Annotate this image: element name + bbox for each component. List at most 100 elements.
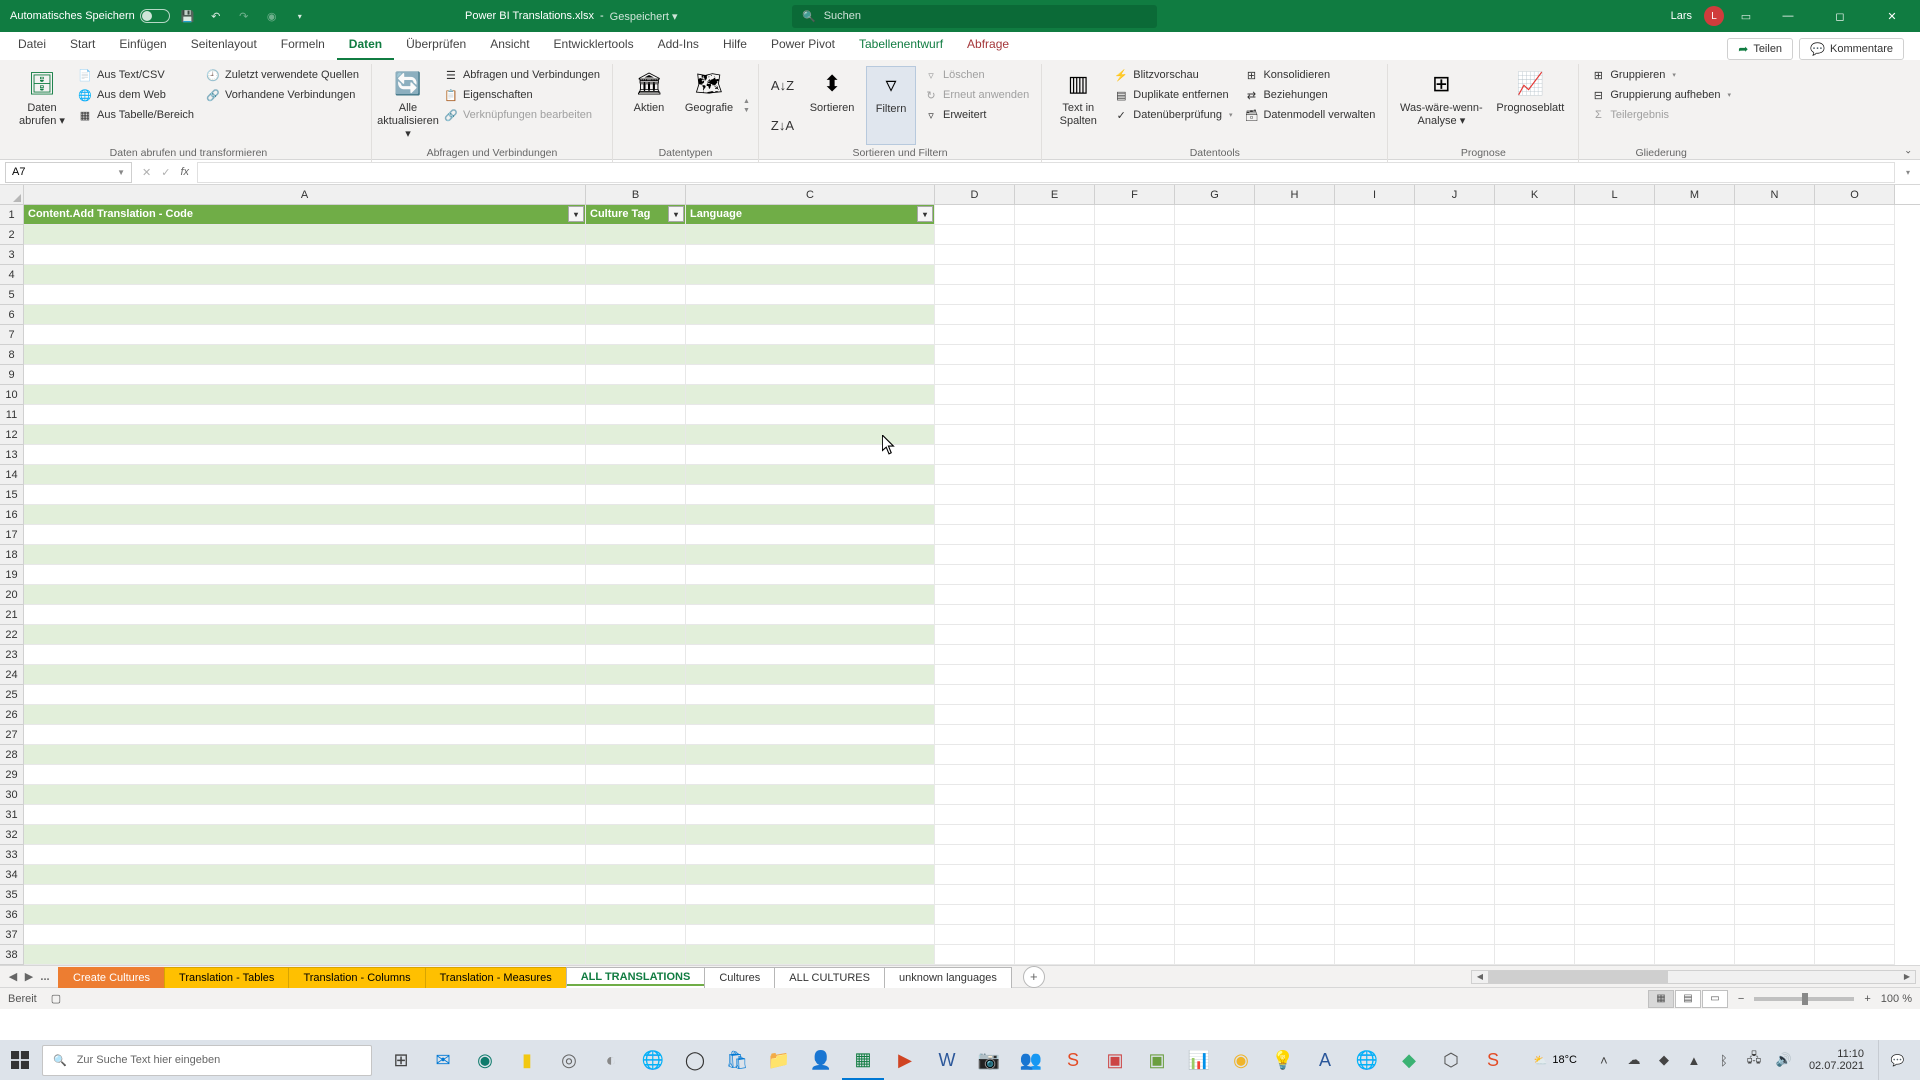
cell[interactable] [1815,225,1895,245]
taskbar-search[interactable]: 🔍 Zur Suche Text hier eingeben [42,1045,372,1076]
cell[interactable] [1815,645,1895,665]
cell[interactable] [686,845,935,865]
cell[interactable] [686,505,935,525]
cell[interactable] [686,765,935,785]
cell[interactable] [1655,805,1735,825]
cell[interactable] [1655,445,1735,465]
column-header[interactable]: J [1415,185,1495,204]
row-header[interactable]: 13 [0,445,24,465]
cell[interactable] [1575,785,1655,805]
cell[interactable] [1095,365,1175,385]
cell[interactable] [1095,665,1175,685]
row-header[interactable]: 25 [0,685,24,705]
cell[interactable] [24,925,586,945]
cell[interactable] [1495,625,1575,645]
sheet-tab[interactable]: ALL CULTURES [774,967,885,988]
cell[interactable] [1575,805,1655,825]
cell[interactable] [1175,405,1255,425]
cell[interactable] [1415,445,1495,465]
cell[interactable] [1255,445,1335,465]
cell[interactable] [686,705,935,725]
row-header[interactable]: 20 [0,585,24,605]
app-icon[interactable]: 📷 [968,1040,1010,1080]
cell[interactable] [1095,425,1175,445]
zoom-out-button[interactable]: − [1738,993,1744,1005]
column-header[interactable]: M [1655,185,1735,204]
cell[interactable] [24,765,586,785]
teams-icon[interactable]: 👥 [1010,1040,1052,1080]
cell[interactable] [1815,285,1895,305]
sheets-next-icon[interactable]: ▶ [22,970,36,983]
filter-dropdown-icon[interactable]: ▾ [668,206,684,222]
cell[interactable] [935,465,1015,485]
expand-formula-bar-icon[interactable]: ▾ [1899,168,1917,177]
cell[interactable] [1255,725,1335,745]
cell[interactable] [1335,765,1415,785]
cell[interactable] [686,825,935,845]
cell[interactable] [1415,785,1495,805]
column-header[interactable]: F [1095,185,1175,204]
cell[interactable] [1015,405,1095,425]
cell[interactable] [1655,505,1735,525]
cell[interactable] [1655,825,1735,845]
cell[interactable] [1575,485,1655,505]
cell[interactable] [1735,885,1815,905]
cell[interactable] [586,765,686,785]
tray-app-icon[interactable]: ◆ [1653,1052,1675,1068]
cell[interactable] [586,525,686,545]
cell[interactable] [1815,665,1895,685]
cell[interactable] [1175,565,1255,585]
cell[interactable] [24,565,586,585]
cell[interactable] [1415,865,1495,885]
cell[interactable] [1815,425,1895,445]
cell[interactable] [24,685,586,705]
cell[interactable] [1815,765,1895,785]
cell[interactable] [1175,905,1255,925]
cell[interactable] [1335,825,1415,845]
row-header[interactable]: 31 [0,805,24,825]
cell[interactable] [586,485,686,505]
cell[interactable] [1495,445,1575,465]
ribbon-tab-formeln[interactable]: Formeln [269,32,337,60]
cell[interactable] [935,385,1015,405]
cell[interactable] [1335,425,1415,445]
ribbon-tab-hilfe[interactable]: Hilfe [711,32,759,60]
app-icon[interactable]: 🌐 [1346,1040,1388,1080]
cell[interactable] [935,885,1015,905]
cell[interactable] [1175,785,1255,805]
row-header[interactable]: 5 [0,285,24,305]
cell[interactable] [1335,465,1415,485]
cell[interactable] [24,665,586,685]
sheet-tab[interactable]: Translation - Columns [288,967,425,988]
cell[interactable] [1495,325,1575,345]
sort-desc-button[interactable]: Z↓A [767,116,798,135]
sort-button[interactable]: ⬍Sortieren [802,66,862,145]
cell[interactable] [1255,365,1335,385]
cell[interactable] [686,365,935,385]
cell[interactable] [1175,325,1255,345]
cell[interactable] [1415,725,1495,745]
cell[interactable] [1735,785,1815,805]
cell[interactable] [686,905,935,925]
cell[interactable] [935,485,1015,505]
cell[interactable] [1015,705,1095,725]
cell[interactable] [1415,325,1495,345]
cell[interactable] [935,665,1015,685]
cell[interactable] [1495,405,1575,425]
properties-button[interactable]: 📋Eigenschaften [440,86,604,104]
scroll-right-icon[interactable]: ▶ [1899,970,1915,984]
cell[interactable] [1255,305,1335,325]
cell[interactable] [1255,745,1335,765]
sheet-tab[interactable]: Translation - Measures [425,967,567,988]
cell[interactable] [24,485,586,505]
cell[interactable] [1575,285,1655,305]
cell[interactable] [935,405,1015,425]
cell[interactable] [1255,605,1335,625]
cell[interactable] [1735,845,1815,865]
cell[interactable] [24,425,586,445]
row-header[interactable]: 27 [0,725,24,745]
cell[interactable] [24,865,586,885]
cell[interactable] [686,325,935,345]
row-header[interactable]: 16 [0,505,24,525]
cell[interactable] [1495,885,1575,905]
